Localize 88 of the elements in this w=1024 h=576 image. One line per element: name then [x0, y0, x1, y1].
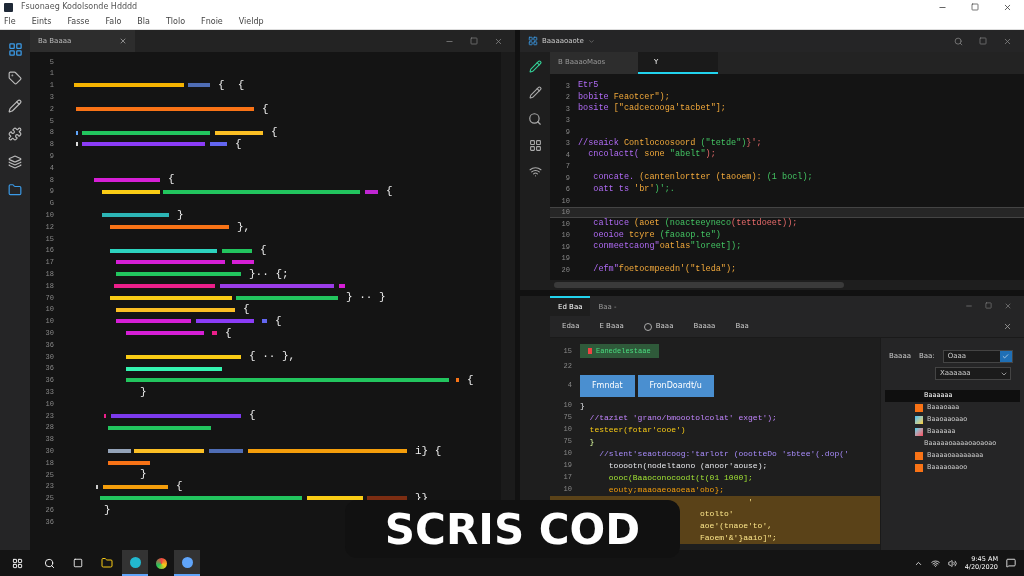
- pencil-icon[interactable]: [8, 99, 22, 113]
- tag-icon[interactable]: [8, 71, 22, 85]
- code-line: }: [580, 399, 585, 412]
- code-brace: {: [467, 374, 474, 386]
- code-brace: {: [262, 103, 269, 115]
- scrollbar-thumb[interactable]: [554, 282, 844, 288]
- code-line: tooootn(nodeltaono (anoor'aouse);: [607, 459, 768, 472]
- code-line: conmeetcaong"oatlas"loreet]);: [592, 240, 742, 254]
- code-brace: }: [177, 209, 184, 221]
- menu-item[interactable]: Bla: [137, 15, 150, 28]
- code-line: Faoem'&'}aaio]";: [700, 531, 777, 544]
- layers-icon[interactable]: [8, 155, 22, 169]
- network-icon[interactable]: [930, 558, 940, 568]
- code-brace: }·· {;: [249, 268, 289, 280]
- code-line: aoe'(tnaoe'to',: [700, 519, 772, 532]
- app-icon: [528, 36, 538, 46]
- code-line: //seaick Contlocoosoord ("tetde")}';: [578, 136, 762, 149]
- files-icon[interactable]: [7, 42, 23, 57]
- check-icon: [1002, 353, 1010, 360]
- menu-item[interactable]: Vieldp: [238, 15, 264, 28]
- code-line: otolto': [700, 507, 734, 520]
- code-brace: {: [243, 304, 250, 316]
- window-title: Fsuonaeg Kodolsonde Hdddd: [21, 1, 138, 13]
- search-icon[interactable]: [44, 557, 55, 569]
- start-icon[interactable]: [12, 557, 23, 569]
- maximize-icon[interactable]: [971, 2, 979, 11]
- search-icon[interactable]: [528, 112, 542, 126]
- code-line: oatt ts 'br')';.: [592, 182, 675, 196]
- code-brace: { ·· },: [249, 351, 296, 363]
- notifications-icon[interactable]: [1006, 558, 1016, 568]
- code-line: //taziet 'grano/bmoootolcolat' exget');: [588, 411, 777, 424]
- code-line: /efm"foetocmpeedn'("tleda");: [592, 263, 737, 277]
- code-line: concate. (cantenlortter (taooem): (1 bocl);: [592, 171, 813, 184]
- taskbar-app[interactable]: [174, 550, 200, 576]
- menu-item[interactable]: Falo: [105, 15, 122, 28]
- code-brace: {: [176, 481, 183, 493]
- volume-icon[interactable]: [947, 558, 957, 568]
- code-brace: {: [386, 186, 393, 198]
- code-line: }: [588, 435, 595, 448]
- code-line: ': [747, 495, 753, 508]
- code-line: Etr5: [578, 79, 599, 92]
- code-brace: {: [225, 327, 232, 339]
- code-brace: { {: [218, 80, 245, 91]
- marker-icon: [588, 348, 592, 354]
- taskbar-app[interactable]: [122, 550, 148, 576]
- code-brace: {: [271, 127, 278, 139]
- folder-icon[interactable]: [8, 183, 22, 197]
- signal-icon[interactable]: [528, 165, 542, 178]
- menu-item[interactable]: Fle: [4, 15, 16, 28]
- code-line: caltuce (aoet (noacteeyneco(tettdoeet));: [592, 217, 798, 230]
- pen-icon[interactable]: [528, 60, 542, 73]
- code-line: testeer(fotar'cooe'): [588, 423, 686, 436]
- menu-item[interactable]: Fasse: [67, 15, 90, 28]
- code-line: oooc(Baaoconocoodt(t(01 1000];: [607, 471, 753, 484]
- close-icon[interactable]: [119, 37, 127, 45]
- menu-item[interactable]: Eints: [31, 15, 52, 28]
- close-icon[interactable]: [1003, 322, 1012, 331]
- code-brace: },: [237, 221, 251, 233]
- code-line: eouty;maaoaeoaoeaa'obo};: [607, 483, 725, 496]
- close-icon[interactable]: [1003, 36, 1012, 46]
- code-bars-drawing: [96, 482, 168, 491]
- code-brace: {: [249, 410, 256, 422]
- pencil-icon[interactable]: [528, 86, 542, 99]
- code-line: oeoioe tcyre (faoaop.te"): [592, 228, 721, 241]
- app-icon: [4, 2, 13, 12]
- code-brace: {: [235, 138, 242, 150]
- task-view-icon[interactable]: [73, 558, 83, 568]
- code-brace: }: [140, 469, 147, 481]
- code-line: //slent'seaotdcoog:'tarlotr (oootteDo 'sbtee'(.dop(': [598, 447, 849, 460]
- code-line: cncolactt( sone "abelt");: [587, 148, 716, 162]
- puzzle-icon[interactable]: [8, 127, 22, 141]
- code-brace: }: [140, 386, 147, 398]
- code-bars-drawing: [108, 459, 150, 467]
- code-line: bobite Feaotcer");: [578, 90, 670, 103]
- folder-icon[interactable]: [101, 557, 113, 569]
- layout-icon[interactable]: [528, 139, 542, 152]
- code-brace: }: [104, 504, 111, 516]
- menu-item[interactable]: Tlolo: [165, 15, 186, 28]
- code-brace: {: [260, 245, 267, 257]
- code-line: bosite ["cadcecooga'tacbet"];: [578, 102, 726, 116]
- code-brace: } ·· }: [346, 292, 386, 304]
- code-brace: i} {: [415, 445, 442, 457]
- code-brace: {: [168, 174, 175, 186]
- close-icon[interactable]: [1004, 302, 1012, 310]
- code-brace: {: [275, 315, 282, 327]
- close-icon[interactable]: [494, 36, 503, 46]
- menu-item[interactable]: Fnoie: [201, 15, 223, 28]
- close-icon[interactable]: [1003, 2, 1012, 12]
